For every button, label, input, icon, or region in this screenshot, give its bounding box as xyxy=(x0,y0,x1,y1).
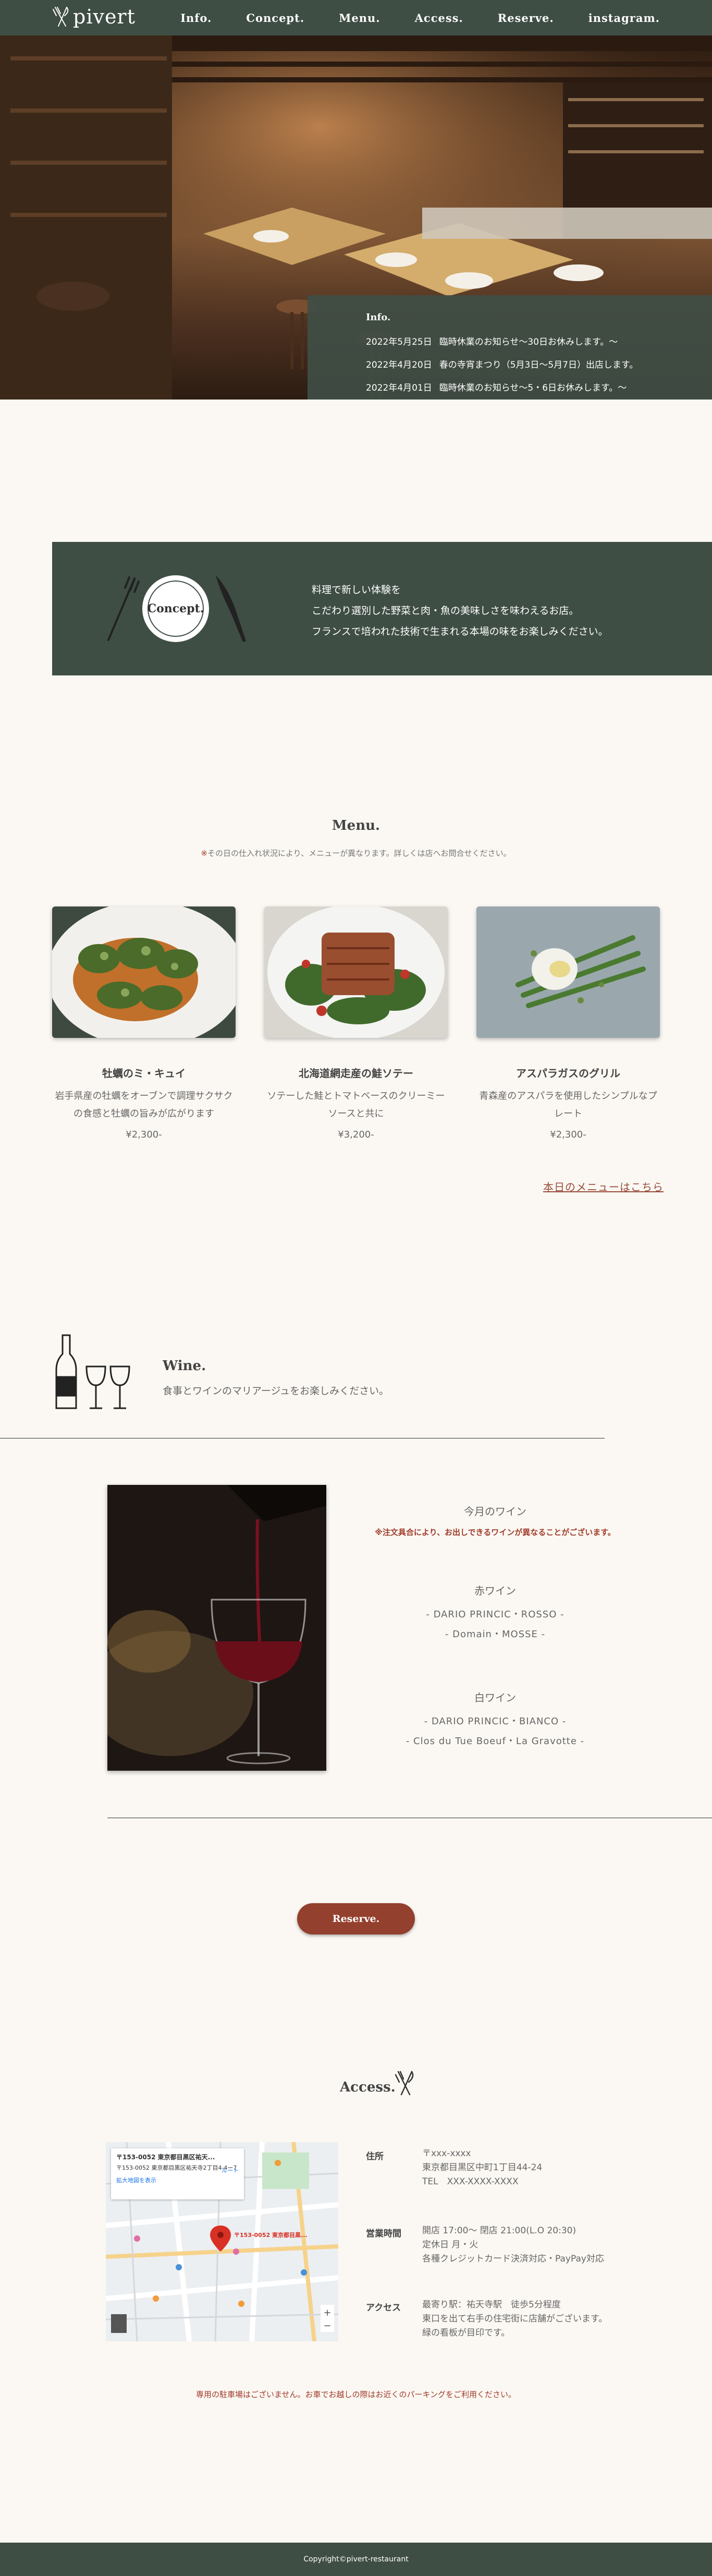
access-label: アクセス xyxy=(366,2303,401,2313)
hours-line: 開店 17:00〜 閉店 21:00(L.O 20:30) xyxy=(422,2226,576,2236)
reserve-button[interactable]: Reserve. xyxy=(297,1903,415,1934)
map-enlarge-link[interactable]: 拡大地図を表示 xyxy=(116,2176,239,2184)
dish-description: 青森産のアスパラを使用したシンプルなプレート xyxy=(479,1091,657,1119)
info-text: 臨時休業のお知らせ〜5・6日お休みします。〜 xyxy=(439,383,627,393)
phone: TEL XXX-XXXX-XXXX xyxy=(422,2176,519,2187)
fork-icon xyxy=(107,576,140,641)
white-wine-item: - Clos du Tue Boeuf・La Gravotte - xyxy=(406,1736,585,1747)
address-value: 〒xxx-xxxx 東京都目黒区中町1丁目44-24 TEL XXX-XXXX-… xyxy=(422,2147,542,2189)
wine-list: 今月のワイン ※注文具合により、お出しできるワインが異なることがございます。 赤… xyxy=(334,1503,657,1753)
nav-reserve[interactable]: Reserve. xyxy=(498,11,554,25)
dish-name: アスパラガスのグリル xyxy=(516,1067,620,1080)
nav-menu[interactable]: Menu. xyxy=(339,11,380,25)
info-item[interactable]: 2022年4月20日 春の寺宵まつり（5月3日〜5月7日）出店します。 xyxy=(366,357,712,370)
wine-note: ※注文具合により、お出しできるワインが異なることがございます。 xyxy=(375,1528,616,1537)
white-wine-label: 白ワイン xyxy=(474,1691,516,1704)
nav-concept[interactable]: Concept. xyxy=(246,11,304,25)
wine-bottle-glasses-icon xyxy=(55,1334,130,1409)
red-wine-item: - DARIO PRINCIC・ROSSO - xyxy=(426,1609,564,1620)
info-date: 2022年4月20日 xyxy=(366,360,432,370)
dish-price: ¥2,300- xyxy=(126,1129,162,1140)
concept-text: 料理で新しい体験を こだわり選別した野菜と肉・魚の美味しさを味わえるお店。 フラ… xyxy=(312,579,608,642)
menu-note: ※その日の仕入れ状況により、メニューが異なります。詳しくは店へお問合せください。 xyxy=(0,848,712,858)
info-date: 2022年4月01日 xyxy=(366,383,432,393)
concept-line: 料理で新しい体験を xyxy=(312,584,401,596)
concept-line: こだわり選別した野菜と肉・魚の美味しさを味わえるお店。 xyxy=(312,605,579,616)
parking-note: 専用の駐車場はございません。お車でお越しの際はお近くのパーキングをご利用ください… xyxy=(195,2390,517,2399)
main-nav: Info. Concept. Menu. Access. Reserve. in… xyxy=(180,0,660,35)
concept-label: Concept. xyxy=(148,580,204,637)
info-item[interactable]: 2022年5月25日 臨時休業のお知らせ〜30日お休みします。〜 xyxy=(366,334,712,347)
dish-name: 北海道網走産の鮭ソテー xyxy=(299,1067,413,1080)
site-header: pivert Info. Concept. Menu. Access. Rese… xyxy=(0,0,712,35)
access-line: 最寄り駅：祐天寺駅 徒歩5分程度 xyxy=(422,2300,561,2310)
info-date: 2022年5月25日 xyxy=(366,337,432,347)
hours-line: 定休日 月・火 xyxy=(422,2240,478,2250)
info-text: 春の寺宵まつり（5月3日〜5月7日）出店します。 xyxy=(439,360,639,370)
info-title: Info. xyxy=(366,312,391,323)
copyright: Copyright©pivert-restaurant xyxy=(303,2555,409,2563)
wine-pour-photo xyxy=(107,1485,326,1771)
concept-plate: Concept. xyxy=(142,575,209,642)
dish-photo-salmon xyxy=(264,906,448,1038)
map-route-link[interactable]: ルート xyxy=(222,2166,239,2174)
logo[interactable]: pivert xyxy=(52,5,136,28)
today-menu-link[interactable]: 本日のメニューはこちら xyxy=(543,1179,664,1194)
info-text: 臨時休業のお知らせ〜30日お休みします。〜 xyxy=(439,337,618,347)
site-footer: Copyright©pivert-restaurant xyxy=(0,2543,712,2576)
menu-card[interactable]: 牡蠣のミ・キュイ 岩手県産の牡蠣をオーブンで調理サクサクの食感と牡蠣の旨みが広が… xyxy=(52,906,236,1140)
nav-info[interactable]: Info. xyxy=(180,11,212,25)
page: pivert Info. Concept. Menu. Access. Rese… xyxy=(0,0,712,2576)
hours-value: 開店 17:00〜 閉店 21:00(L.O 20:30) 定休日 月・火 各種… xyxy=(422,2224,604,2266)
dish-photo-asparagus xyxy=(476,906,660,1038)
dish-description: 岩手県産の牡蠣をオーブンで調理サクサクの食感と牡蠣の旨みが広がります xyxy=(55,1091,233,1119)
info-panel: Info. 2022年5月25日 臨時休業のお知らせ〜30日お休みします。〜 2… xyxy=(308,295,712,400)
svg-text:+: + xyxy=(323,2307,331,2318)
note-mark: ※ xyxy=(201,849,207,858)
map-pin-label: 〒153-0052 東京都目黒... xyxy=(234,2232,308,2239)
wine-subtitle: 食事とワインのマリアージュをお楽しみください。 xyxy=(163,1385,389,1397)
knife-icon xyxy=(216,575,246,642)
concept-line: フランスで培われた技術で生まれる本場の味をお楽しみください。 xyxy=(312,626,608,637)
menu-note-text: その日の仕入れ状況により、メニューが異なります。詳しくは店へお問合せください。 xyxy=(207,849,511,858)
dish-price: ¥3,200- xyxy=(338,1129,374,1140)
hours-label: 営業時間 xyxy=(366,2229,401,2239)
address-label: 住所 xyxy=(366,2151,384,2162)
dish-price: ¥2,300- xyxy=(550,1129,586,1140)
dish-photo-oysters xyxy=(52,906,236,1038)
hours-line: 各種クレジットカード決済対応・PayPay対応 xyxy=(422,2254,604,2264)
google-map[interactable]: + − 〒153-0052 東京都目黒区祐天... 〒153-0052 東京都目… xyxy=(106,2142,338,2341)
map-card-title: 〒153-0052 東京都目黒区祐天... xyxy=(116,2154,215,2161)
address-line: 東京都目黒区中町1丁目44-24 xyxy=(422,2162,543,2173)
info-item[interactable]: 2022年4月01日 臨時休業のお知らせ〜5・6日お休みします。〜 xyxy=(366,380,712,393)
concept-section: Concept. 料理で新しい体験を こだわり選別した野菜と肉・魚の美味しさを味… xyxy=(52,542,712,675)
red-wine-item: - Domain・MOSSE - xyxy=(445,1629,546,1640)
white-wine-item: - DARIO PRINCIC・BIANCO - xyxy=(424,1716,567,1727)
map-info-card: 〒153-0052 東京都目黒区祐天... 〒153-0052 東京都目黒区祐天… xyxy=(111,2148,244,2199)
menu-card[interactable]: アスパラガスのグリル 青森産のアスパラを使用したシンプルなプレート ¥2,300… xyxy=(476,906,660,1140)
dish-description: ソテーした鮭とトマトベースのクリーミーソースと共に xyxy=(267,1091,445,1119)
access-line: 東口を出て右手の住宅街に店舗がございます。 xyxy=(422,2314,608,2324)
access-line: 緑の看板が目印です。 xyxy=(422,2328,510,2338)
dish-name: 牡蠣のミ・キュイ xyxy=(102,1067,186,1080)
svg-text:−: − xyxy=(323,2320,331,2331)
menu-card[interactable]: 北海道網走産の鮭ソテー ソテーした鮭とトマトベースのクリーミーソースと共に ¥3… xyxy=(264,906,448,1140)
nav-instagram[interactable]: instagram. xyxy=(588,11,660,25)
fork-knife-icon xyxy=(395,2071,414,2096)
nav-access[interactable]: Access. xyxy=(415,11,463,25)
red-wine-label: 赤ワイン xyxy=(474,1585,516,1597)
fork-knife-icon xyxy=(53,7,69,27)
wine-title: Wine. xyxy=(163,1358,206,1374)
map-card-address: 〒153-0052 東京都目黒区祐天寺2丁目4-4ー7 xyxy=(116,2164,237,2171)
hero-image: Info. 2022年5月25日 臨時休業のお知らせ〜30日お休みします。〜 2… xyxy=(0,35,712,400)
access-title: Access. xyxy=(340,2079,396,2095)
wine-of-month-title: 今月のワイン xyxy=(464,1505,526,1518)
address-line: 〒xxx-xxxx xyxy=(422,2148,471,2159)
menu-title: Menu. xyxy=(332,818,380,833)
logo-text: pivert xyxy=(73,5,136,28)
access-value: 最寄り駅：祐天寺駅 徒歩5分程度 東口を出て右手の住宅街に店舗がございます。 緑… xyxy=(422,2298,607,2340)
